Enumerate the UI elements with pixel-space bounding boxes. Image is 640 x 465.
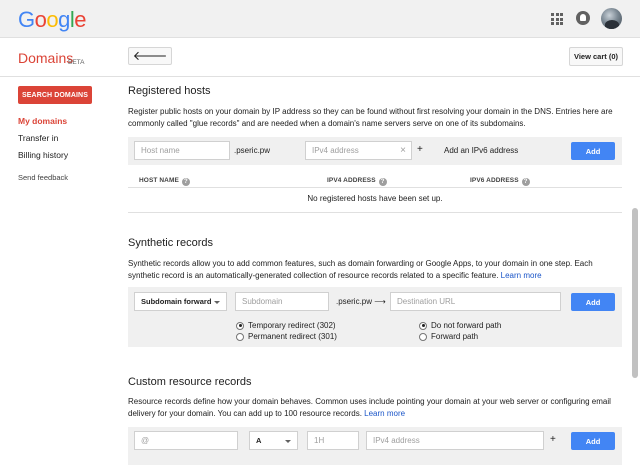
column-ipv6-address: IPV6 ADDRESS?: [470, 177, 530, 186]
add-synthetic-button[interactable]: Add: [571, 293, 615, 311]
record-type-select[interactable]: A: [249, 431, 298, 450]
add-ipv6-link[interactable]: Add an IPv6 address: [444, 146, 518, 155]
add-record-button[interactable]: Add: [571, 432, 615, 450]
arrow-left-icon: 🡐: [132, 48, 168, 63]
registered-hosts-description: Register public hosts on your domain by …: [128, 107, 613, 128]
plus-icon: +: [417, 144, 423, 155]
radio-do-not-forward-path[interactable]: Do not forward path: [419, 321, 501, 330]
ttl-input[interactable]: 1H: [307, 431, 359, 450]
help-icon[interactable]: ?: [521, 178, 530, 186]
table-divider: [128, 187, 622, 188]
synthetic-records-description: Synthetic records allow you to add commo…: [128, 259, 593, 280]
send-feedback-link[interactable]: Send feedback: [18, 173, 68, 182]
table-divider: [128, 212, 622, 213]
view-cart-button[interactable]: View cart (0): [569, 47, 623, 66]
beta-badge: BETA: [68, 59, 85, 66]
app-header: Domains BETA 🡐 View cart (0): [0, 38, 640, 77]
back-button[interactable]: 🡐: [128, 47, 172, 65]
sidebar-item-billing-history[interactable]: Billing history: [18, 150, 68, 160]
empty-state-message: No registered hosts have been set up.: [307, 194, 443, 203]
chevron-down-icon: [285, 440, 291, 443]
column-ipv4-address: IPV4 ADDRESS?: [327, 177, 387, 186]
learn-more-link[interactable]: Learn more: [364, 409, 405, 418]
custom-records-title: Custom resource records: [128, 376, 252, 388]
apps-grid-icon[interactable]: [551, 13, 563, 25]
help-icon[interactable]: ?: [181, 178, 190, 186]
column-host-name: HOST NAME?: [139, 177, 190, 186]
ipv4-input[interactable]: IPv4 address ×: [305, 141, 412, 160]
domain-suffix: .pseric.pw: [234, 146, 271, 155]
add-host-button[interactable]: Add: [571, 142, 615, 160]
synthetic-type-select[interactable]: Subdomain forward: [134, 292, 227, 311]
sidebar-item-my-domains[interactable]: My domains: [18, 116, 67, 126]
arrow-right-icon: ⟶: [374, 297, 386, 306]
clear-icon[interactable]: ×: [400, 145, 406, 156]
destination-url-input[interactable]: Destination URL: [390, 292, 561, 311]
radio-unselected-icon: [419, 332, 427, 341]
logo-letter: o: [46, 7, 59, 32]
chevron-down-icon: [214, 301, 220, 304]
synthetic-records-form: Subdomain forward Subdomain .pseric.pw ⟶…: [128, 287, 622, 347]
radio-selected-icon: [419, 321, 427, 330]
custom-records-form: @ A 1H IPv4 address + Add: [128, 427, 622, 465]
domain-suffix: .pseric.pw ⟶: [336, 297, 386, 306]
help-icon[interactable]: ?: [378, 178, 387, 186]
google-logo[interactable]: Google: [18, 7, 87, 33]
learn-more-link[interactable]: Learn more: [501, 271, 542, 280]
custom-records-description: Resource records define how your domain …: [128, 397, 611, 418]
registered-hosts-form: Host name .pseric.pw IPv4 address × + Ad…: [128, 137, 622, 165]
record-data-input[interactable]: IPv4 address: [366, 431, 544, 450]
logo-letter: o: [34, 7, 47, 32]
radio-selected-icon: [236, 321, 244, 330]
radio-unselected-icon: [236, 332, 244, 341]
logo-letter: g: [58, 7, 70, 32]
record-name-input[interactable]: @: [134, 431, 238, 450]
host-name-input[interactable]: Host name: [134, 141, 230, 160]
avatar[interactable]: [601, 8, 622, 29]
ipv4-placeholder: IPv4 address: [312, 146, 359, 155]
search-domains-button[interactable]: SEARCH DOMAINS: [18, 86, 92, 104]
sidebar-item-transfer-in[interactable]: Transfer in: [18, 133, 58, 143]
synthetic-records-title: Synthetic records: [128, 237, 213, 249]
subdomain-input[interactable]: Subdomain: [235, 292, 329, 311]
radio-temporary-redirect[interactable]: Temporary redirect (302): [236, 321, 336, 330]
bell-icon[interactable]: [576, 11, 590, 25]
registered-hosts-title: Registered hosts: [128, 85, 211, 97]
google-top-bar: Google: [0, 0, 640, 38]
logo-letter: e: [74, 7, 87, 32]
logo-letter: G: [18, 7, 35, 32]
plus-icon[interactable]: +: [550, 434, 556, 445]
radio-forward-path[interactable]: Forward path: [419, 332, 478, 341]
brand-title[interactable]: Domains: [18, 50, 73, 66]
scrollbar[interactable]: [632, 208, 638, 378]
radio-permanent-redirect[interactable]: Permanent redirect (301): [236, 332, 337, 341]
